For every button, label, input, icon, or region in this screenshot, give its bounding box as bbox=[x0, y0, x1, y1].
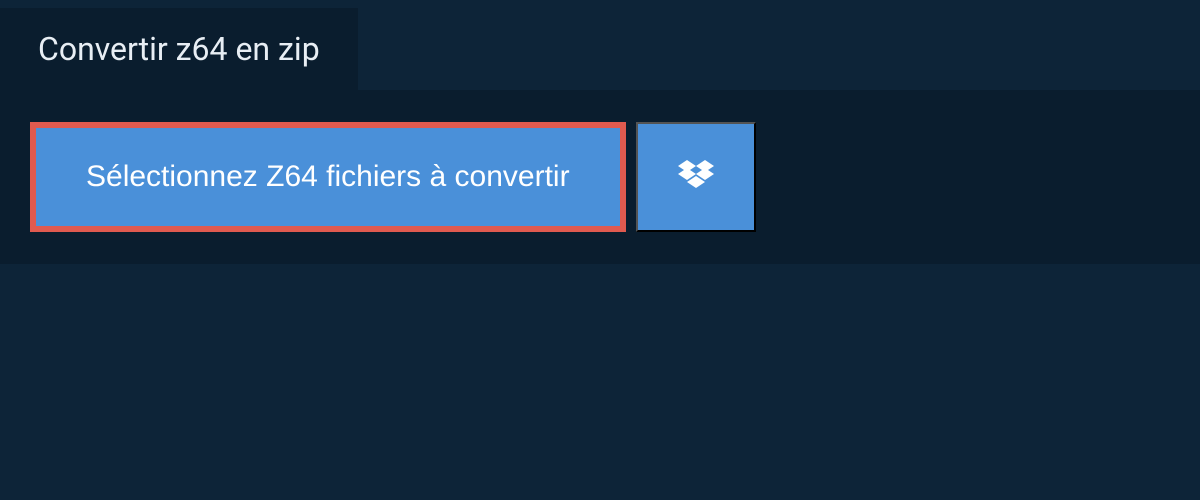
select-files-label: Sélectionnez Z64 fichiers à convertir bbox=[86, 160, 570, 194]
upload-panel: Sélectionnez Z64 fichiers à convertir bbox=[0, 90, 1200, 264]
select-files-button[interactable]: Sélectionnez Z64 fichiers à convertir bbox=[30, 122, 626, 232]
page-title: Convertir z64 en zip bbox=[38, 30, 320, 68]
button-row: Sélectionnez Z64 fichiers à convertir bbox=[30, 122, 1170, 232]
dropbox-icon bbox=[678, 160, 714, 194]
dropbox-button[interactable] bbox=[636, 122, 756, 232]
page-tab: Convertir z64 en zip bbox=[0, 8, 358, 90]
